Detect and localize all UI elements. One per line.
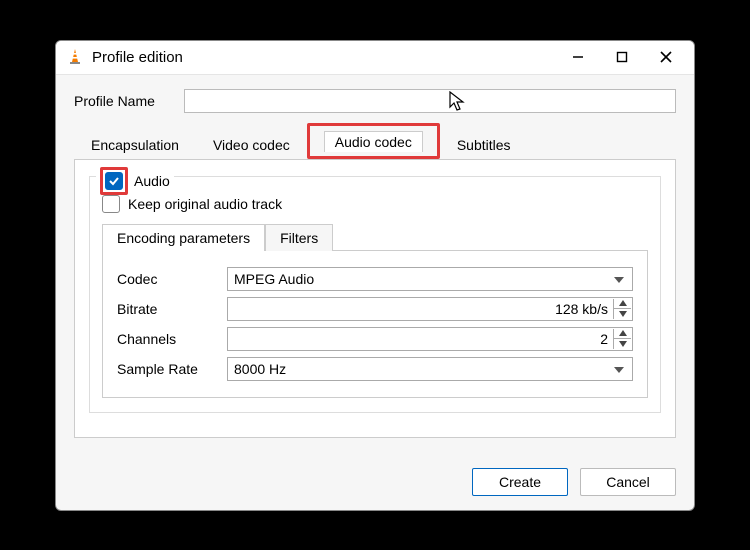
highlight-audio-checkbox [100,167,128,195]
subtab-filters[interactable]: Filters [265,224,333,251]
codec-select[interactable]: MPEG Audio [227,267,633,291]
bitrate-value: 128 kb/s [555,301,608,317]
tab-encapsulation[interactable]: Encapsulation [74,130,196,160]
tab-audio-codec[interactable]: Audio codec [324,131,423,152]
tab-video-codec[interactable]: Video codec [196,130,307,160]
audio-checkbox[interactable] [105,172,123,190]
bitrate-spinner[interactable]: 128 kb/s [227,297,633,321]
close-button[interactable] [644,41,688,73]
keep-original-checkbox[interactable] [102,195,120,213]
bitrate-label: Bitrate [117,301,227,317]
profile-edition-window: Profile edition Profile Name Encapsulati… [55,40,695,511]
cancel-button[interactable]: Cancel [580,468,676,496]
spin-up-icon [619,300,627,306]
channels-label: Channels [117,331,227,347]
audio-subtabs: Encoding parameters Filters [102,223,648,250]
vlc-cone-icon [66,48,84,66]
minimize-icon [572,51,584,63]
codec-label: Codec [117,271,227,287]
sample-rate-label: Sample Rate [117,361,227,377]
keep-original-label: Keep original audio track [128,196,282,212]
profile-name-label: Profile Name [74,93,184,109]
profile-name-input[interactable] [184,89,676,113]
highlight-audio-codec-tab: Audio codec [307,123,440,159]
dialog-footer: Create Cancel [56,454,694,510]
audio-legend-label: Audio [134,173,170,189]
encoding-parameters-panel: Codec MPEG Audio Bitrate 128 kb/s [102,250,648,398]
codec-value: MPEG Audio [234,271,314,287]
spin-down-icon [619,311,627,317]
close-icon [660,51,672,63]
window-title: Profile edition [92,49,183,66]
check-icon [108,175,120,187]
titlebar: Profile edition [56,41,694,75]
bitrate-spin-buttons[interactable] [613,299,631,319]
audio-codec-panel: Audio Keep original audio track Encoding… [74,159,676,438]
minimize-button[interactable] [556,41,600,73]
spin-down-icon [619,341,627,347]
tab-subtitles[interactable]: Subtitles [440,130,528,160]
main-tabs: Encapsulation Video codec Audio codec Su… [74,123,676,159]
subtab-encoding-parameters[interactable]: Encoding parameters [102,224,265,251]
audio-fieldset: Audio Keep original audio track Encoding… [89,176,661,413]
sample-rate-value: 8000 Hz [234,361,286,377]
channels-spinner[interactable]: 2 [227,327,633,351]
channels-spin-buttons[interactable] [613,329,631,349]
sample-rate-select[interactable]: 8000 Hz [227,357,633,381]
spin-up-icon [619,330,627,336]
maximize-button[interactable] [600,41,644,73]
channels-value: 2 [600,331,608,347]
maximize-icon [616,51,628,63]
create-button[interactable]: Create [472,468,568,496]
